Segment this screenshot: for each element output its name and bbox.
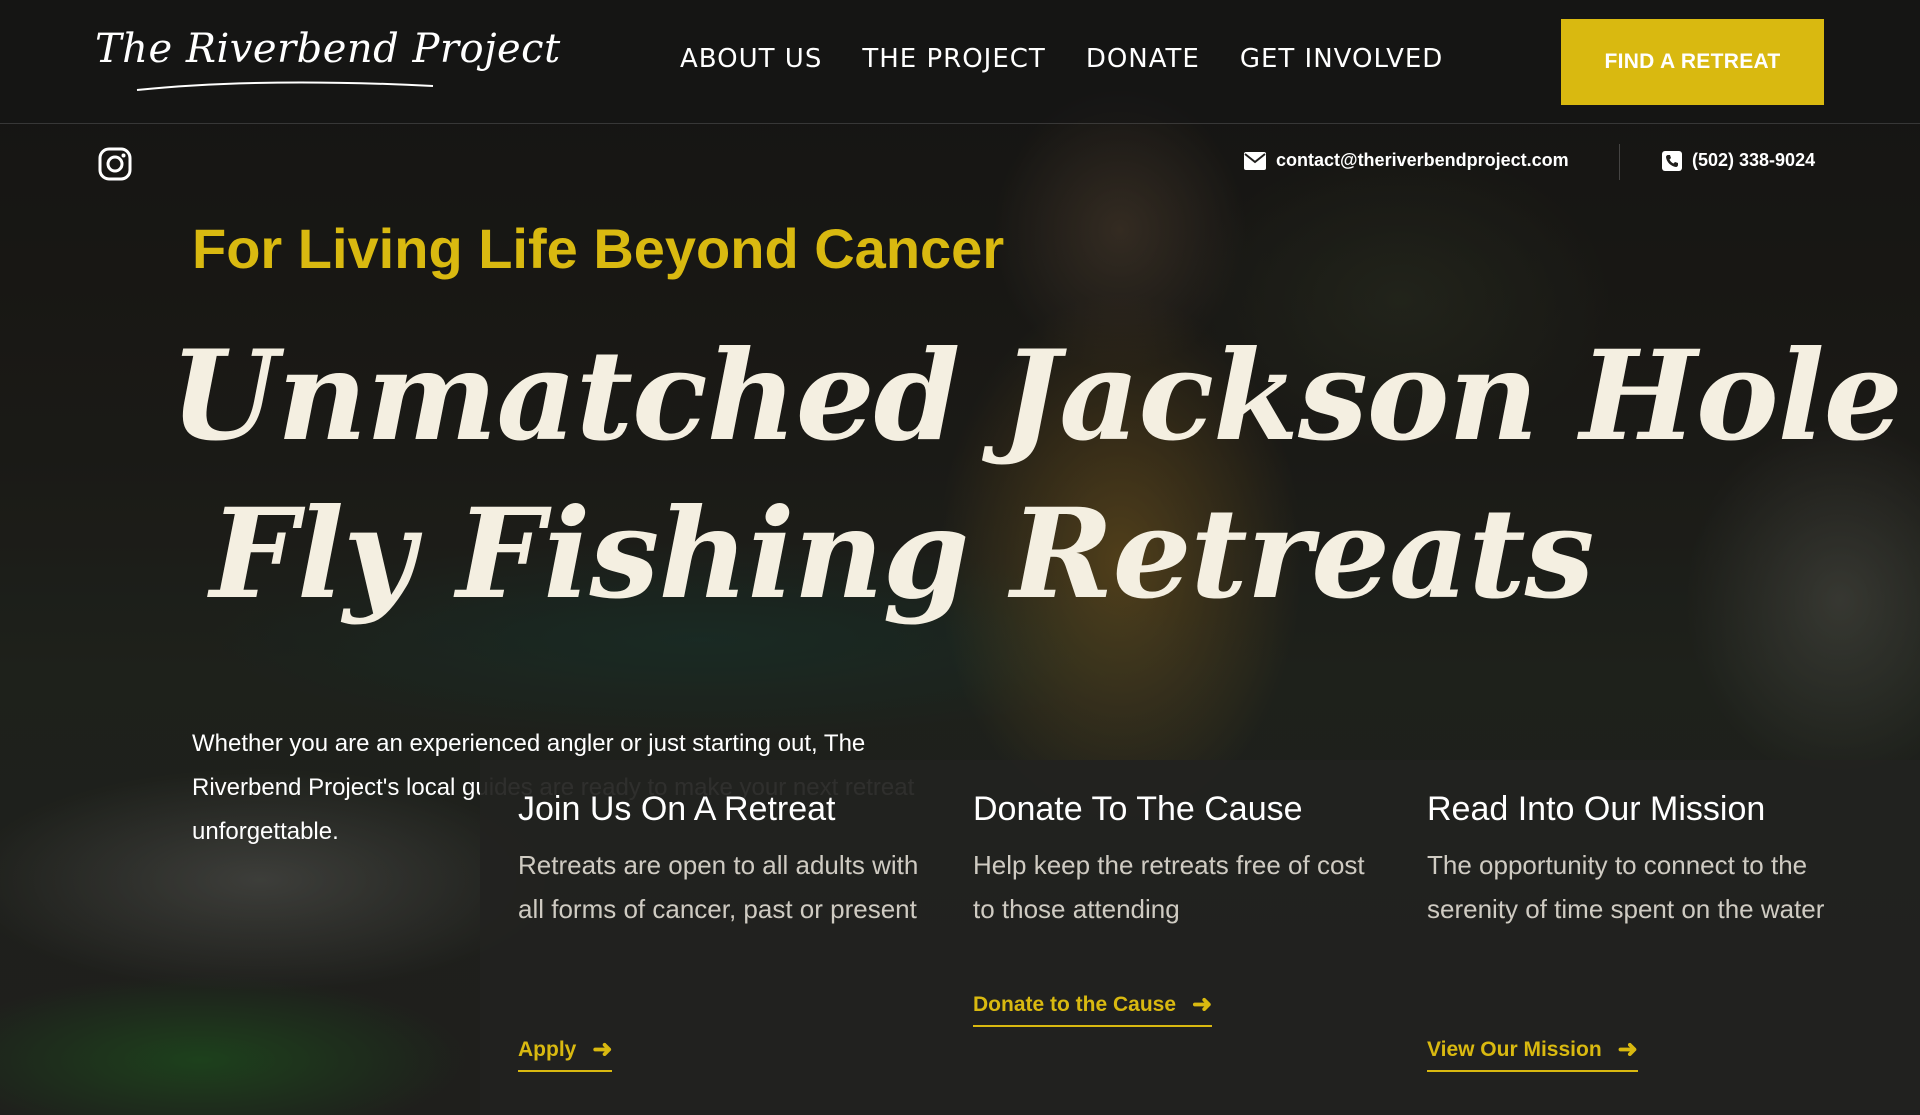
envelope-icon bbox=[1244, 151, 1266, 170]
hero-headline-line2: Fly Fishing Retreats bbox=[210, 482, 1594, 627]
instagram-icon bbox=[98, 147, 132, 181]
arrow-right-icon: ➜ bbox=[1192, 991, 1213, 1018]
phone-link[interactable]: (502) 338-9024 bbox=[1662, 150, 1815, 171]
logo-link[interactable]: The Riverbend Project bbox=[95, 22, 560, 102]
nav-get-involved[interactable]: GET INVOLVED bbox=[1240, 44, 1444, 74]
card-title: Donate To The Cause bbox=[973, 790, 1303, 828]
card-donate: Donate To The Cause Help keep the retrea… bbox=[973, 790, 1393, 931]
nav-the-project[interactable]: THE PROJECT bbox=[862, 44, 1045, 74]
donate-link[interactable]: Donate to the Cause ➜ bbox=[973, 991, 1213, 1027]
contact-divider bbox=[1619, 144, 1620, 180]
card-text: Help keep the retreats free of cost to t… bbox=[973, 850, 1365, 924]
apply-link[interactable]: Apply ➜ bbox=[518, 1036, 613, 1072]
logo: The Riverbend Project bbox=[95, 26, 561, 72]
card-text: Retreats are open to all adults with all… bbox=[518, 850, 919, 924]
arrow-right-icon: ➜ bbox=[1617, 1036, 1638, 1063]
phone-icon bbox=[1662, 150, 1682, 171]
mission-link[interactable]: View Our Mission ➜ bbox=[1427, 1038, 1638, 1072]
hero-headline: Unmatched Jackson Hole Fly Fishing Retre… bbox=[170, 318, 1903, 634]
email-link[interactable]: contact@theriverbendproject.com bbox=[1244, 150, 1569, 171]
logo-swash-icon bbox=[136, 81, 434, 91]
apply-link-label: Apply bbox=[518, 1038, 577, 1061]
nav-about-us[interactable]: ABOUT US bbox=[680, 44, 822, 74]
arrow-right-icon: ➜ bbox=[592, 1036, 613, 1063]
card-text: The opportunity to connect to the sereni… bbox=[1427, 850, 1825, 924]
hero-tagline: For Living Life Beyond Cancer bbox=[192, 217, 1005, 280]
hero-headline-line1: Unmatched Jackson Hole bbox=[170, 324, 1903, 469]
mission-link-label: View Our Mission bbox=[1427, 1038, 1602, 1061]
donate-link-label: Donate to the Cause bbox=[973, 993, 1177, 1016]
card-mission: Read Into Our Mission The opportunity to… bbox=[1427, 790, 1847, 931]
email-text: contact@theriverbendproject.com bbox=[1276, 150, 1569, 170]
card-retreat: Join Us On A Retreat Retreats are open t… bbox=[518, 790, 938, 931]
card-title: Join Us On A Retreat bbox=[518, 790, 836, 828]
site-header: The Riverbend Project ABOUT US THE PROJE… bbox=[0, 0, 1920, 124]
phone-text: (502) 338-9024 bbox=[1692, 150, 1816, 170]
instagram-link[interactable] bbox=[97, 146, 133, 182]
card-title: Read Into Our Mission bbox=[1427, 790, 1766, 828]
main-nav: ABOUT US THE PROJECT DONATE GET INVOLVED bbox=[680, 44, 1443, 74]
feature-panel: Join Us On A Retreat Retreats are open t… bbox=[480, 760, 1920, 1115]
nav-donate[interactable]: DONATE bbox=[1086, 44, 1200, 74]
find-a-retreat-button[interactable]: FIND A RETREAT bbox=[1561, 19, 1824, 105]
